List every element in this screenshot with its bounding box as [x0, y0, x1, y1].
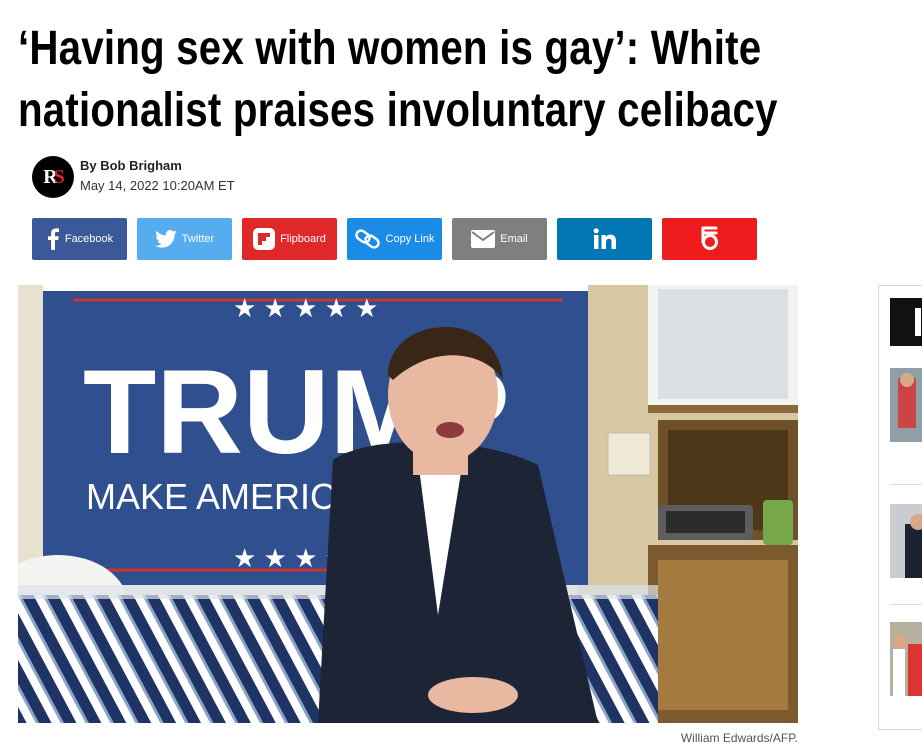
- email-icon: [471, 230, 496, 248]
- twitter-icon: [154, 230, 177, 248]
- photo-illustration: ★ ★ ★ ★ ★ ★ ★ ★ ★ ★ TRUMP MAKE AMERICA G: [18, 285, 798, 723]
- facebook-share-label: Facebook: [64, 233, 114, 245]
- flipboard-share-button[interactable]: Flipboard: [242, 218, 337, 260]
- sidebar-thumbnail[interactable]: [890, 622, 922, 696]
- photo-credit: William Edwards/AFP.: [680, 731, 798, 745]
- headline-line-1: ‘Having sex with women is gay’: White: [18, 22, 762, 75]
- facebook-share-button[interactable]: Facebook: [32, 218, 127, 260]
- flipboard-share-label: Flipboard: [280, 233, 326, 245]
- sidebar-divider: [890, 604, 922, 605]
- email-share-button[interactable]: Email: [452, 218, 547, 260]
- sidebar-widget: [878, 285, 922, 730]
- twitter-share-label: Twitter: [181, 233, 215, 245]
- sidebar-divider: [890, 484, 922, 485]
- article-headline: ‘Having sex with women is gay’: White na…: [18, 18, 782, 142]
- facebook-icon: [47, 228, 59, 250]
- flipboard-icon: [253, 228, 276, 250]
- sidebar-thumbnail[interactable]: [890, 368, 922, 442]
- email-share-label: Email: [500, 233, 528, 245]
- linkedin-icon: [593, 228, 616, 249]
- headline-line-2: nationalist praises involuntary celibacy: [18, 84, 778, 137]
- article-photo: ★ ★ ★ ★ ★ ★ ★ ★ ★ ★ TRUMP MAKE AMERICA G: [18, 285, 798, 723]
- svg-text:★ ★ ★ ★ ★: ★ ★ ★ ★ ★: [233, 293, 378, 323]
- publisher-logo[interactable]: RS: [32, 156, 74, 198]
- link-icon: [354, 229, 380, 249]
- copy-link-label: Copy Link: [385, 233, 435, 245]
- publish-date: May 14, 2022 10:20AM ET: [80, 178, 235, 193]
- bluesky-share-button[interactable]: [662, 218, 757, 260]
- twitter-share-button[interactable]: Twitter: [137, 218, 232, 260]
- sidebar-thumbnail[interactable]: [890, 504, 922, 578]
- author-name[interactable]: By Bob Brigham: [80, 158, 182, 173]
- linkedin-share-button[interactable]: [557, 218, 652, 260]
- sidebar-header: [890, 298, 922, 346]
- copy-link-button[interactable]: Copy Link: [347, 218, 442, 260]
- bluesky-icon: [701, 226, 718, 250]
